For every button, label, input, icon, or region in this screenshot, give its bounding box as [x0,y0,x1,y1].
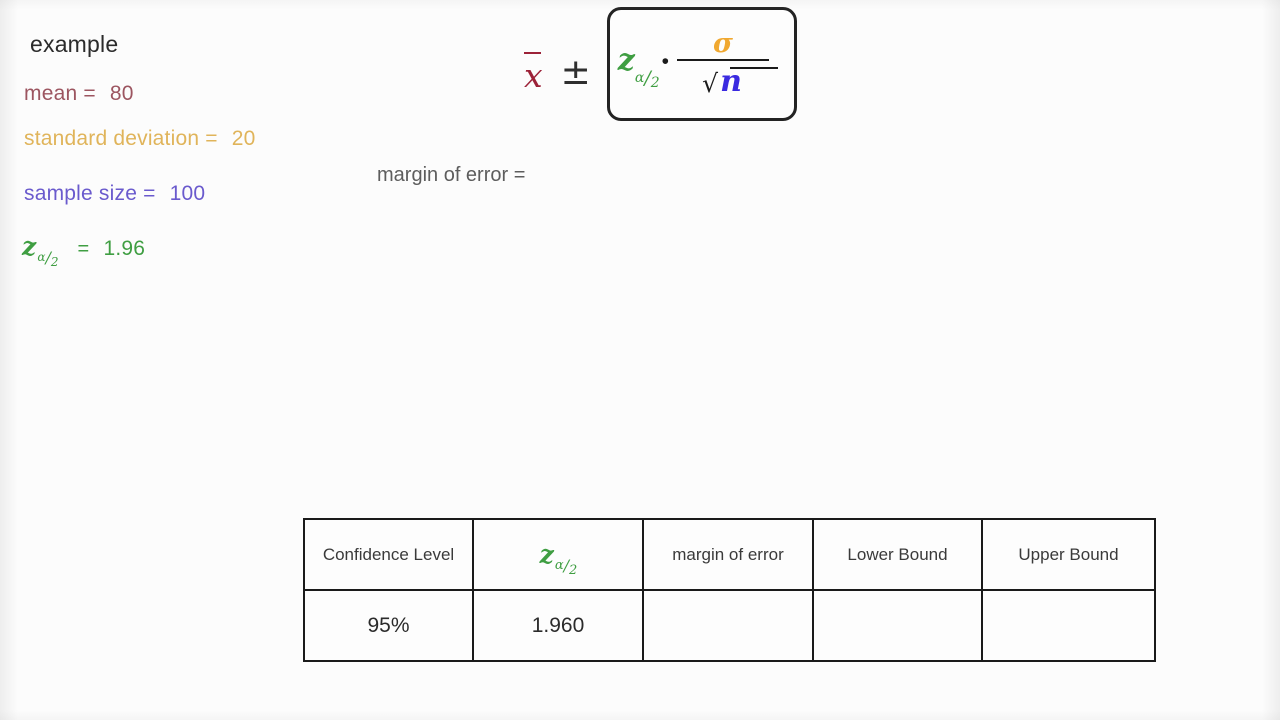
sigma-symbol: σ [713,28,733,59]
parameter-value-z-critical: 1.96 [103,237,146,260]
cell-lower-bound [812,589,983,662]
plus-minus-symbol: ± [560,52,591,93]
column-header-upper-bound: Upper Bound [981,518,1156,591]
sample-mean-symbol: x [524,51,543,95]
page-title: example [30,31,119,57]
multiplication-dot: • [661,50,669,73]
standard-error-fraction: σ √ n [677,28,779,98]
formula-z-subscript: α/2 [634,65,660,91]
cell-confidence-level: 95% [303,589,474,662]
column-header-z-glyph: z [539,539,554,569]
margin-of-error-label: margin of error = [377,164,526,186]
cell-upper-bound [981,589,1156,662]
parameter-row-mean: mean = 80 [24,82,134,106]
margin-of-error-expression-box: z α/2 • σ √ n [606,7,797,121]
slide-canvas: example mean = 80 standard deviation = 20 … [0,0,1280,720]
z-subscript-two: 2 [50,255,59,269]
column-header-z-subscript: α/2 [554,554,577,578]
parameter-row-standard-deviation: standard deviation = 20 [24,127,255,151]
fraction-denominator: √ n [702,61,779,98]
column-header-confidence-level: Confidence Level [303,518,474,591]
column-header-lower-bound: Lower Bound [812,518,983,591]
formula-z-subscript-two: 2 [650,75,660,91]
z-symbol-subscript: α/2 [37,246,58,269]
parameter-value-mean: 80 [109,82,134,105]
sample-mean-letter: x [524,55,543,95]
cell-z-critical: 1.960 [472,589,644,662]
parameter-row-z-critical: zα/2 = 1.96 [22,232,146,269]
header-z-subscript-two: 2 [569,562,578,578]
z-subscript-alpha: α [37,250,46,264]
sample-size-symbol: n [720,64,742,99]
table-header-row: Confidence Level zα/2 margin of error Lo… [303,518,1156,591]
parameter-label-standard-deviation: standard deviation = [24,127,218,150]
parameter-label-mean: mean = [24,82,96,105]
header-z-subscript-alpha: α [554,557,564,573]
formula-z-subscript-slash: / [644,67,651,89]
radicand-wrapper: n [718,64,779,97]
formula-z-subscript-alpha: α [634,70,645,86]
overbar [524,51,541,54]
results-table: Confidence Level zα/2 margin of error Lo… [303,518,1156,662]
z-symbol-glyph: z [22,232,37,261]
formula-z-symbol: z [617,42,635,78]
radical-icon: √ [702,69,719,98]
cell-margin-of-error [642,589,814,662]
z-equals-sign: = [77,238,90,260]
parameter-value-sample-size: 100 [169,182,206,205]
confidence-interval-formula: x ± z α/2 • σ √ n [524,4,797,124]
table-row: 95% 1.960 [303,589,1156,662]
parameter-value-standard-deviation: 20 [231,127,256,150]
column-header-margin-of-error: margin of error [642,518,814,591]
parameter-row-sample-size: sample size = 100 [24,182,205,206]
parameter-label-sample-size: sample size = [24,182,156,205]
column-header-z-critical: zα/2 [472,518,644,591]
